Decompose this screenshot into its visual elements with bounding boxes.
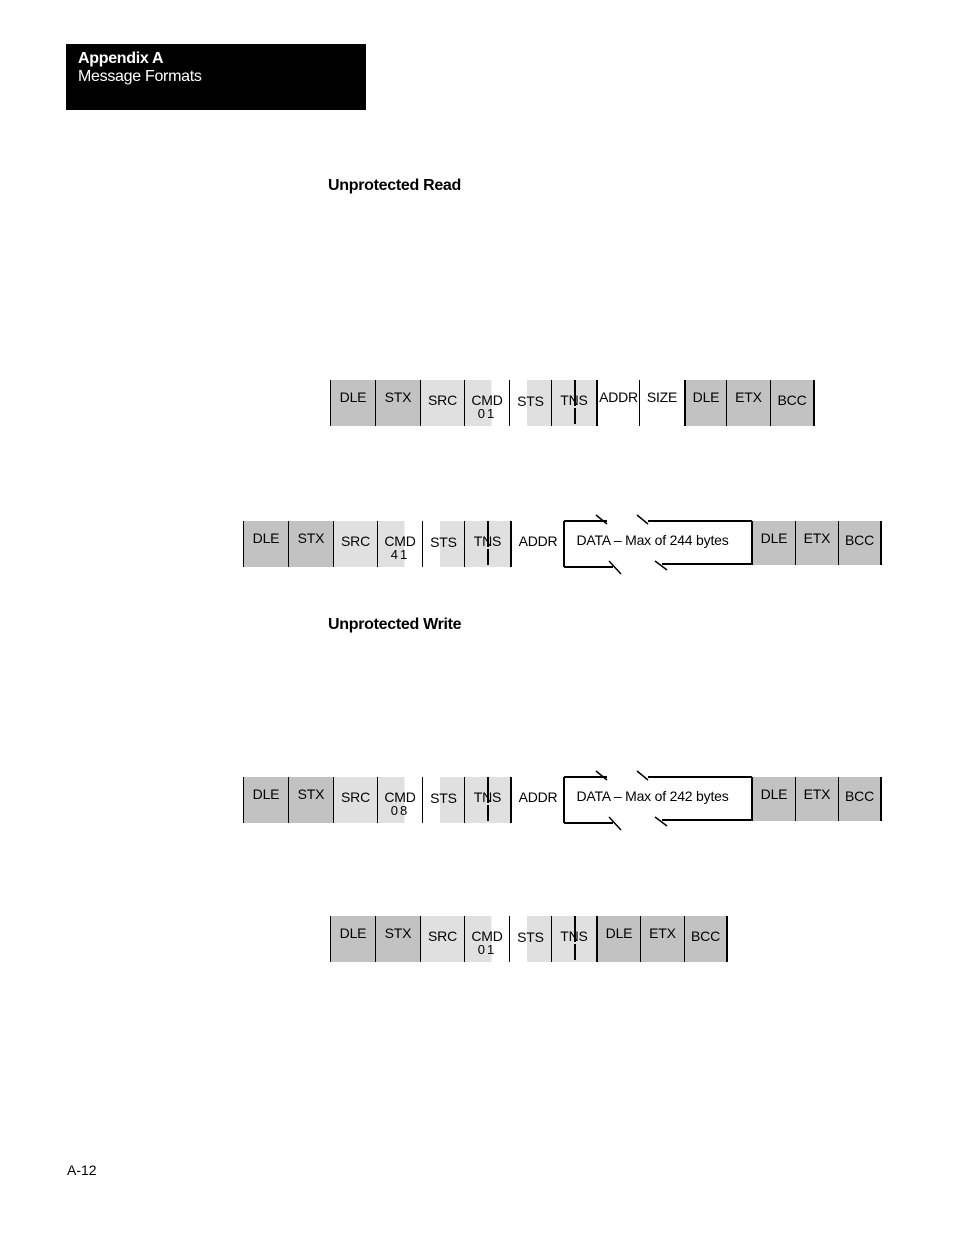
field-bcc: BCC xyxy=(684,916,728,962)
field-label: SRC xyxy=(341,789,370,805)
write-reply-frame: DLE STX SRC CMD 01 STS TNS DLE ETX BCC xyxy=(330,916,728,962)
field-dle: DLE xyxy=(330,916,375,962)
field-dle: DLE xyxy=(684,380,726,426)
field-addr: ADDR xyxy=(596,380,639,426)
cmd-code: 41 xyxy=(390,547,410,562)
field-label: SRC xyxy=(341,533,370,549)
field-label: DLE xyxy=(339,925,367,941)
tns-byte-divider xyxy=(574,380,576,426)
field-src: SRC xyxy=(333,521,377,567)
field-dle: DLE xyxy=(243,521,288,567)
write-command-frame: DLE STX SRC CMD 08 STS TNS ADDR DATA – Ma… xyxy=(243,770,882,831)
field-label: ADDR xyxy=(599,389,638,405)
page-number: A-12 xyxy=(67,1162,97,1178)
field-label: STS xyxy=(430,534,457,550)
appendix-header: Appendix A Message Formats xyxy=(66,44,366,110)
cmd-code: 08 xyxy=(390,803,410,818)
field-label: BCC xyxy=(845,532,874,548)
field-cmd: CMD 08 xyxy=(377,777,422,823)
field-label: SRC xyxy=(428,928,457,944)
field-cmd: CMD 01 xyxy=(464,916,509,962)
data-break-marks xyxy=(563,770,752,831)
field-label: SIZE xyxy=(646,389,678,405)
field-label: DLE xyxy=(760,786,788,802)
field-label: STX xyxy=(297,530,325,546)
field-tns: TNS xyxy=(464,777,510,823)
field-label: STS xyxy=(430,790,457,806)
field-bcc: BCC xyxy=(838,521,882,565)
field-stx: STX xyxy=(375,380,420,426)
field-label: ETX xyxy=(803,786,831,802)
field-stx: STX xyxy=(375,916,420,962)
field-label: DLE xyxy=(339,389,367,405)
field-etx: ETX xyxy=(640,916,684,962)
field-label: ETX xyxy=(803,530,831,546)
field-dle: DLE xyxy=(330,380,375,426)
field-etx: ETX xyxy=(795,521,838,565)
field-cmd: CMD 41 xyxy=(377,521,422,567)
field-dle: DLE xyxy=(751,521,795,565)
field-label: STX xyxy=(297,786,325,802)
field-dle: DLE xyxy=(243,777,288,823)
tns-byte-divider xyxy=(487,777,489,823)
field-label: DLE xyxy=(252,530,280,546)
field-label: BCC xyxy=(777,392,807,408)
appendix-title: Appendix A xyxy=(78,50,164,67)
field-cmd: CMD 01 xyxy=(464,380,509,426)
tns-byte-divider xyxy=(574,916,576,962)
field-label: SRC xyxy=(428,392,457,408)
field-label: DLE xyxy=(252,786,280,802)
field-src: SRC xyxy=(420,380,464,426)
field-dle: DLE xyxy=(751,777,795,821)
field-etx: ETX xyxy=(726,380,770,426)
field-stx: STX xyxy=(288,777,333,823)
data-break-marks xyxy=(563,514,752,575)
field-label: STX xyxy=(384,925,412,941)
field-label: DLE xyxy=(605,925,633,941)
read-reply-frame: DLE STX SRC CMD 41 STS TNS ADDR DATA – Ma… xyxy=(243,514,882,575)
field-label: BCC xyxy=(845,788,874,804)
tns-byte-divider xyxy=(487,521,489,567)
cmd-code: 01 xyxy=(477,942,497,957)
field-stx: STX xyxy=(288,521,333,567)
field-bcc: BCC xyxy=(770,380,815,426)
field-src: SRC xyxy=(333,777,377,823)
field-tns: TNS xyxy=(551,380,596,426)
field-label: STS xyxy=(517,929,544,945)
field-src: SRC xyxy=(420,916,464,962)
read-command-frame: DLE STX SRC CMD 01 STS TNS ADDR SIZE DLE … xyxy=(330,380,815,426)
appendix-subtitle: Message Formats xyxy=(78,68,202,85)
field-sts: STS xyxy=(422,521,464,567)
cmd-code: 01 xyxy=(477,406,497,421)
field-etx: ETX xyxy=(795,777,838,821)
field-label: ETX xyxy=(735,389,762,405)
field-sts: STS xyxy=(509,380,551,426)
section-title-unprotected-read: Unprotected Read xyxy=(328,177,461,194)
field-label: ETX xyxy=(649,925,676,941)
field-bcc: BCC xyxy=(838,777,882,821)
field-dle: DLE xyxy=(596,916,640,962)
field-label: BCC xyxy=(691,928,720,944)
field-tns: TNS xyxy=(464,521,510,567)
section-title-unprotected-write: Unprotected Write xyxy=(328,616,462,633)
field-label: STS xyxy=(517,393,544,409)
field-label: STX xyxy=(384,389,412,405)
field-size: SIZE xyxy=(639,380,684,426)
field-label: DLE xyxy=(692,389,720,405)
field-tns: TNS xyxy=(551,916,596,962)
field-sts: STS xyxy=(509,916,551,962)
field-sts: STS xyxy=(422,777,464,823)
field-label: DLE xyxy=(760,530,788,546)
